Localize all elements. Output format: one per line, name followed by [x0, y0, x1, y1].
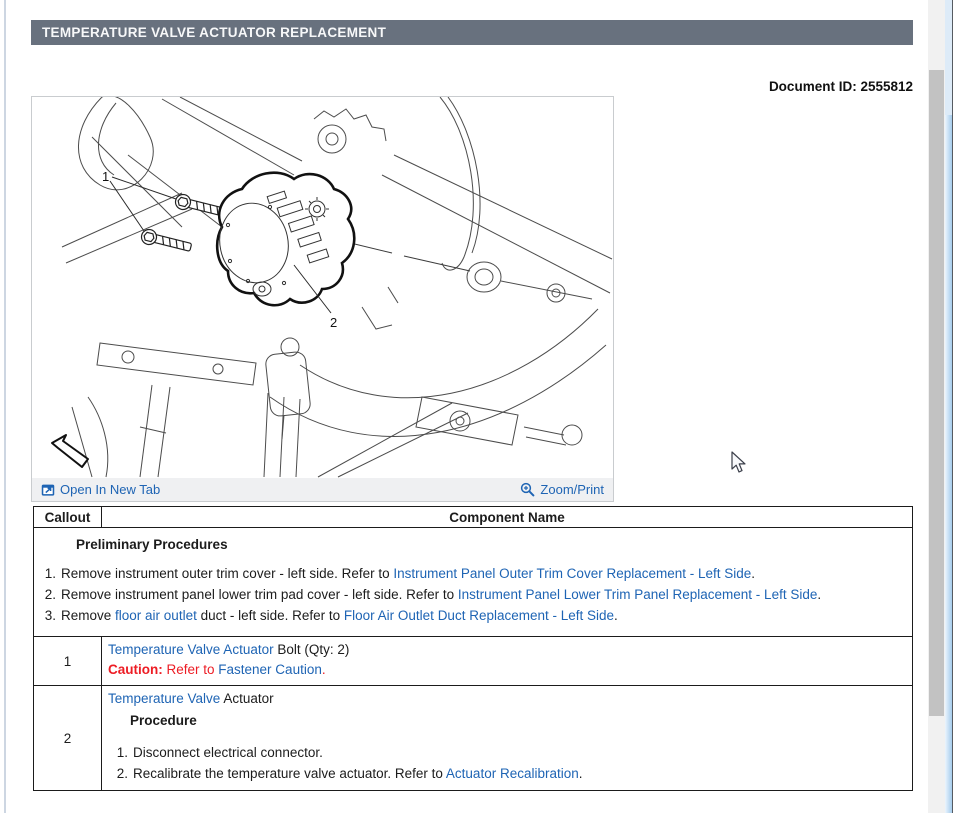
list-item: 3. Remove floor air outlet duct - left s… [40, 606, 906, 626]
illustration-panel: 1 2 Open In New Tab Zoom/Print [31, 96, 614, 502]
open-in-new-tab-icon [41, 483, 55, 497]
list-text: Remove instrument outer trim cover - lef… [61, 564, 755, 584]
preliminary-procedures-list: 1. Remove instrument outer trim cover - … [40, 564, 906, 626]
list-item: 2. Recalibrate the temperature valve act… [114, 764, 906, 784]
preliminary-procedures-heading: Preliminary Procedures [76, 535, 906, 555]
list-text: Remove instrument panel lower trim pad c… [61, 585, 821, 605]
diagram-callout-1: 1 [102, 169, 109, 184]
list-number: 3. [40, 606, 56, 626]
list-number: 2. [40, 585, 56, 605]
mouse-cursor [731, 451, 748, 475]
open-in-new-tab-link[interactable]: Open In New Tab [41, 482, 160, 497]
magnifier-plus-icon [520, 482, 535, 497]
fastener-caution-link[interactable]: Fastener Caution [218, 662, 322, 677]
page-title: TEMPERATURE VALVE ACTUATOR REPLACEMENT [42, 25, 386, 40]
actuator-body [212, 173, 354, 306]
list-item: 1. Disconnect electrical connector. [114, 743, 906, 763]
diagram-callout-2: 2 [330, 315, 337, 330]
direction-arrow-icon [52, 435, 88, 467]
image-toolbar: Open In New Tab Zoom/Print [32, 478, 613, 501]
caution-line: Caution: Refer to Fastener Caution. [108, 660, 906, 680]
temperature-valve-actuator-link[interactable]: Temperature Valve Actuator [108, 642, 274, 657]
temperature-valve-link[interactable]: Temperature Valve [108, 691, 220, 706]
floor-air-outlet-link[interactable]: floor air outlet [115, 608, 197, 623]
list-number: 1. [114, 743, 128, 763]
lower-trim-panel-replacement-link[interactable]: Instrument Panel Lower Trim Panel Replac… [458, 587, 817, 602]
procedure-steps-list: 1. Disconnect electrical connector. 2. R… [114, 743, 906, 784]
list-number: 1. [40, 564, 56, 584]
zoom-print-label: Zoom/Print [540, 482, 604, 497]
open-in-new-tab-label: Open In New Tab [60, 482, 160, 497]
list-text: Disconnect electrical connector. [133, 743, 323, 763]
component-name-header: Component Name [102, 507, 913, 528]
list-item: 1. Remove instrument outer trim cover - … [40, 564, 906, 584]
table-row-callout-1: 1 Temperature Valve Actuator Bolt (Qty: … [34, 637, 913, 686]
document-id: Document ID: 2555812 [769, 79, 913, 94]
table-row-callout-2: 2 Temperature Valve Actuator Procedure 1… [34, 686, 913, 791]
list-text: Remove floor air outlet duct - left side… [61, 606, 618, 626]
list-item: 2. Remove instrument panel lower trim pa… [40, 585, 906, 605]
technical-diagram: 1 2 [32, 97, 613, 478]
vertical-scrollbar-thumb[interactable] [929, 70, 944, 716]
floor-air-outlet-duct-replacement-link[interactable]: Floor Air Outlet Duct Replacement - Left… [344, 608, 614, 623]
list-number: 2. [114, 764, 128, 784]
component-name-line: Temperature Valve Actuator [108, 689, 906, 709]
section-title-bar: TEMPERATURE VALVE ACTUATOR REPLACEMENT [31, 20, 913, 45]
actuator-recalibration-link[interactable]: Actuator Recalibration [446, 766, 579, 781]
screw-lower [140, 228, 193, 255]
table-header-row: Callout Component Name [34, 507, 913, 528]
preliminary-procedures-row: Preliminary Procedures 1. Remove instrum… [34, 528, 913, 637]
vertical-scrollbar-track[interactable] [928, 0, 945, 813]
outer-trim-cover-replacement-link[interactable]: Instrument Panel Outer Trim Cover Replac… [393, 566, 751, 581]
page-left-border [4, 0, 6, 813]
callout-header: Callout [34, 507, 102, 528]
component-name-line: Temperature Valve Actuator Bolt (Qty: 2) [108, 640, 906, 660]
zoom-print-link[interactable]: Zoom/Print [520, 482, 604, 497]
procedure-heading: Procedure [130, 711, 906, 731]
callout-number: 2 [34, 686, 102, 791]
callout-number: 1 [34, 637, 102, 686]
caution-label: Caution: [108, 662, 163, 677]
list-text: Recalibrate the temperature valve actuat… [133, 764, 583, 784]
component-table: Callout Component Name Preliminary Proce… [33, 506, 913, 791]
